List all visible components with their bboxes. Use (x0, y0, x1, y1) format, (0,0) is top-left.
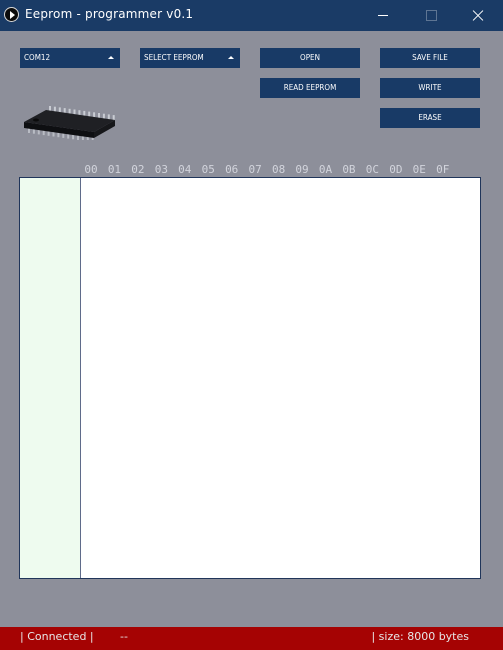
status-bar: | Connected | -- | size: 8000 bytes (0, 627, 503, 650)
hex-editor[interactable] (19, 177, 481, 579)
hex-column-label: 0C (365, 163, 380, 176)
dip-chip-icon (24, 106, 115, 140)
caret-up-icon (108, 56, 114, 59)
address-column (20, 178, 81, 578)
write-button[interactable]: WRITE (380, 78, 480, 98)
connection-status: | Connected | (20, 630, 94, 643)
title-bar: Eeprom - programmer v0.1 (0, 0, 503, 31)
close-button[interactable] (455, 0, 501, 31)
hex-data-area[interactable] (81, 178, 480, 578)
hex-column-label: 0D (389, 163, 403, 176)
hex-column-label: 09 (295, 163, 309, 176)
port-select-value: COM12 (24, 53, 51, 62)
save-file-button[interactable]: SAVE FILE (380, 48, 480, 68)
hex-column-label: 0B (342, 163, 356, 176)
port-select[interactable]: COM12 (20, 48, 120, 68)
erase-button[interactable]: ERASE (380, 108, 480, 128)
open-button[interactable]: OPEN (260, 48, 360, 68)
hex-column-label: 0E (412, 163, 426, 176)
size-status: | size: 8000 bytes (371, 630, 469, 643)
hex-column-label: 03 (154, 163, 168, 176)
hex-column-label: 00 (84, 163, 98, 176)
minimize-button[interactable] (360, 0, 406, 31)
read-eeprom-button[interactable]: READ EEPROM (260, 78, 360, 98)
hex-column-label: 0A (318, 163, 333, 176)
hex-column-label: 04 (178, 163, 192, 176)
maximize-button[interactable] (408, 0, 454, 31)
eeprom-select[interactable]: SELECT EEPROM (140, 48, 240, 68)
hex-column-label: 0F (436, 163, 450, 176)
status-detail: -- (120, 630, 128, 643)
play-icon (4, 7, 19, 22)
hex-column-label: 07 (248, 163, 262, 176)
window-title: Eeprom - programmer v0.1 (25, 7, 194, 21)
hex-column-label: 02 (131, 163, 145, 176)
eeprom-select-value: SELECT EEPROM (144, 53, 204, 62)
hex-column-label: 05 (201, 163, 215, 176)
hex-column-label: 01 (107, 163, 122, 176)
hex-column-label: 08 (271, 163, 286, 176)
caret-up-icon (228, 56, 234, 59)
hex-column-label: 06 (225, 163, 239, 176)
